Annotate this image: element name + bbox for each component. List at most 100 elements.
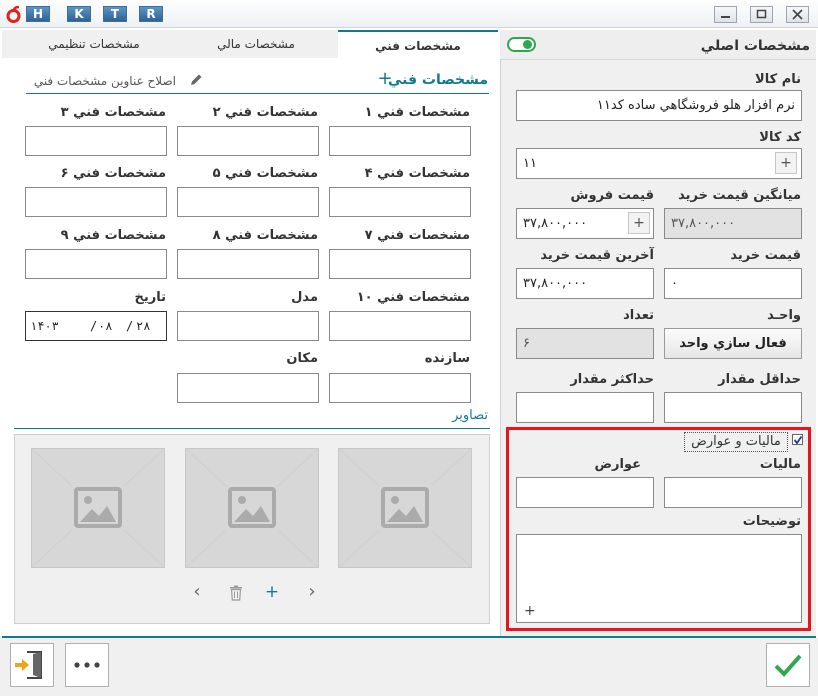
tab-financial[interactable]: مشخصات مالي bbox=[176, 30, 336, 58]
maker-field[interactable] bbox=[329, 373, 471, 403]
technical-divider bbox=[26, 93, 489, 94]
spec3-field[interactable] bbox=[25, 126, 167, 156]
image-slot-1[interactable] bbox=[338, 448, 472, 568]
more-button[interactable] bbox=[65, 643, 109, 687]
description-textarea[interactable] bbox=[516, 534, 802, 623]
edit-spec-titles-link[interactable]: اصلاح عناوين مشخصات فني bbox=[26, 72, 176, 90]
image-slot-2[interactable] bbox=[185, 448, 319, 568]
pencil-icon[interactable] bbox=[188, 72, 204, 88]
date-sep-2: / bbox=[126, 319, 134, 333]
date-year: ۱۴۰۳ bbox=[30, 319, 59, 333]
code-label: كد كالا bbox=[759, 130, 801, 145]
max-qty-label: حداكثر مقدار bbox=[570, 372, 654, 387]
date-day: ۲۸ bbox=[136, 319, 151, 333]
tax-field[interactable] bbox=[664, 477, 802, 508]
code-add-button[interactable]: + bbox=[775, 152, 797, 174]
tax-label: ماليات bbox=[759, 457, 801, 472]
image-prev-button[interactable]: ‹ bbox=[190, 582, 204, 602]
exit-icon bbox=[15, 651, 42, 679]
technical-add-button[interactable]: + bbox=[377, 69, 393, 89]
date-label: تاريخ bbox=[134, 290, 167, 305]
model-label: مدل bbox=[291, 290, 318, 305]
images-divider bbox=[14, 428, 490, 429]
tax-checkbox-label[interactable]: ماليات و عوارض bbox=[684, 432, 788, 452]
duty-field[interactable] bbox=[516, 477, 654, 508]
technical-section-title: مشخصات فني bbox=[387, 72, 488, 88]
spec5-label: مشخصات فني ۵ bbox=[212, 166, 318, 181]
spec1-field[interactable] bbox=[329, 126, 471, 156]
tax-checkbox[interactable] bbox=[792, 434, 803, 445]
bottom-bar bbox=[0, 638, 818, 696]
main-specs-toggle[interactable] bbox=[507, 37, 536, 52]
code-field[interactable]: ۱۱ bbox=[516, 148, 802, 179]
duty-label: عوارض bbox=[594, 457, 641, 472]
last-buy-price-field[interactable]: ۳۷,۸۰۰,۰۰۰ bbox=[516, 268, 654, 299]
toggle-knob bbox=[523, 40, 532, 49]
main-specs-title: مشخصات اصلي bbox=[700, 38, 810, 54]
name-field[interactable]: نرم افزار هلو فروشگاهي ساده كد۱۱ bbox=[516, 90, 802, 121]
close-button[interactable] bbox=[786, 6, 809, 23]
images-title: تصاوير bbox=[452, 408, 488, 423]
description-add-button[interactable]: + bbox=[524, 603, 538, 619]
maximize-icon bbox=[756, 9, 767, 19]
shortcut-r-button[interactable]: R bbox=[139, 6, 163, 22]
spec5-field[interactable] bbox=[177, 187, 319, 217]
confirm-button[interactable] bbox=[766, 643, 810, 687]
shortcut-t-button[interactable]: T bbox=[103, 6, 127, 22]
spec7-label: مشخصات فني ۷ bbox=[364, 228, 470, 243]
count-field: ۶ bbox=[516, 328, 654, 359]
avg-price-field: ۳۷,۸۰۰,۰۰۰ bbox=[664, 208, 802, 239]
more-icon bbox=[74, 662, 100, 668]
buy-price-label: قيمت خريد bbox=[730, 248, 801, 263]
close-icon bbox=[792, 9, 803, 20]
spec1-label: مشخصات فني ۱ bbox=[364, 105, 470, 120]
sale-price-add-button[interactable]: + bbox=[628, 212, 650, 234]
image-add-button[interactable]: + bbox=[264, 582, 280, 602]
max-qty-field[interactable] bbox=[516, 392, 654, 423]
spec4-label: مشخصات فني ۴ bbox=[364, 166, 470, 181]
place-label: مكان bbox=[286, 351, 318, 366]
spec7-field[interactable] bbox=[329, 249, 471, 279]
activate-unit-button[interactable]: فعال سازي واحد bbox=[664, 328, 802, 359]
exit-button[interactable] bbox=[10, 643, 54, 687]
app-logo-icon bbox=[5, 5, 22, 23]
buy-price-field[interactable]: ۰ bbox=[664, 268, 802, 299]
place-field[interactable] bbox=[177, 373, 319, 403]
shortcut-h-button[interactable]: H bbox=[26, 6, 50, 22]
date-sep-1: / bbox=[90, 319, 98, 333]
avg-price-label: ميانگين قيمت خريد bbox=[678, 188, 801, 203]
spec9-field[interactable] bbox=[25, 249, 167, 279]
spec3-label: مشخصات فني ۳ bbox=[60, 105, 166, 120]
code-value: ۱۱ bbox=[523, 156, 537, 171]
image-placeholder-icon bbox=[32, 449, 164, 567]
tab-settings[interactable]: مشخصات تنظيمي bbox=[14, 30, 174, 58]
maker-label: سازنده bbox=[424, 351, 470, 366]
maximize-button[interactable] bbox=[750, 6, 773, 23]
unit-label: واحـد bbox=[767, 308, 801, 323]
image-next-button[interactable]: › bbox=[305, 582, 319, 602]
model-field[interactable] bbox=[177, 311, 319, 341]
spec10-field[interactable] bbox=[329, 311, 471, 341]
tab-technical[interactable]: مشخصات فني bbox=[338, 30, 498, 58]
spec6-field[interactable] bbox=[25, 187, 167, 217]
sale-price-label: قيمت فروش bbox=[570, 188, 654, 203]
min-qty-label: حداقل مقدار bbox=[718, 372, 801, 387]
spec8-field[interactable] bbox=[177, 249, 319, 279]
image-placeholder-icon bbox=[339, 449, 471, 567]
minimize-button[interactable] bbox=[714, 6, 737, 23]
name-label: نام كالا bbox=[755, 72, 801, 87]
min-qty-field[interactable] bbox=[664, 392, 802, 423]
trash-icon[interactable] bbox=[229, 585, 243, 601]
shortcut-k-button[interactable]: K bbox=[67, 6, 91, 22]
date-field[interactable]: ۱۴۰۳ / ۰۸ / ۲۸ bbox=[25, 311, 167, 341]
last-buy-price-label: آخرين قيمت خريد bbox=[540, 248, 654, 263]
checkmark-icon bbox=[774, 654, 802, 677]
spec2-label: مشخصات فني ۲ bbox=[212, 105, 318, 120]
image-placeholder-icon bbox=[186, 449, 318, 567]
spec2-field[interactable] bbox=[177, 126, 319, 156]
spec8-label: مشخصات فني ۸ bbox=[212, 228, 318, 243]
spec4-field[interactable] bbox=[329, 187, 471, 217]
image-slot-3[interactable] bbox=[31, 448, 165, 568]
spec10-label: مشخصات فني ۱۰ bbox=[356, 290, 470, 305]
description-label: توضيحات bbox=[742, 514, 801, 529]
